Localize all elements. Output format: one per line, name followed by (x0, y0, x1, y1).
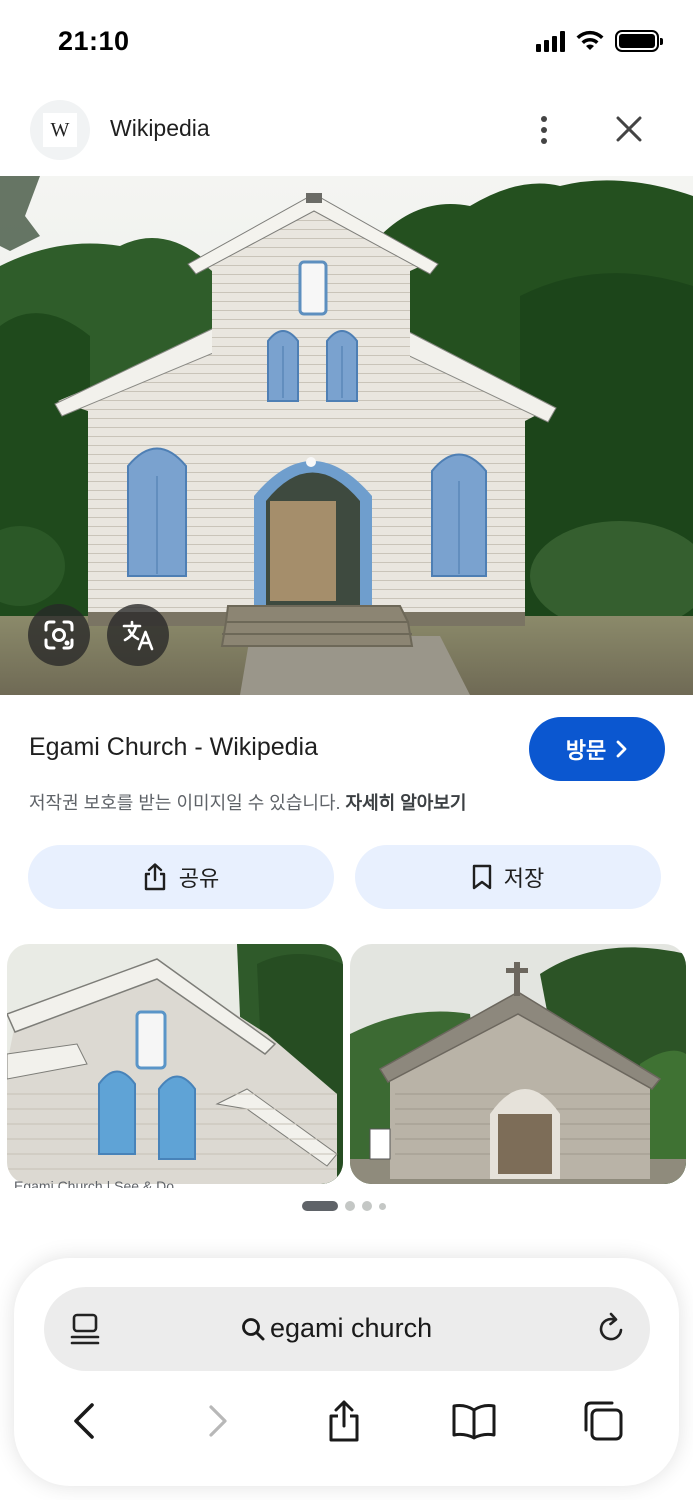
wikipedia-logo-icon: W (43, 113, 77, 147)
forward-button[interactable] (194, 1398, 240, 1444)
pager-dot (362, 1201, 372, 1211)
site-favicon[interactable]: W (30, 100, 90, 160)
hero-image[interactable] (0, 176, 693, 695)
translate-icon (122, 620, 154, 651)
copyright-text: 저작권 보호를 받는 이미지일 수 있습니다. (29, 793, 341, 813)
church-closeup-photo (7, 944, 343, 1184)
tabs-icon (584, 1401, 623, 1441)
related-image-1[interactable] (7, 944, 343, 1184)
site-name[interactable]: Wikipedia (110, 115, 210, 142)
copyright-notice: 저작권 보호를 받는 이미지일 수 있습니다. 자세히 알아보기 (29, 789, 466, 815)
cellular-signal-icon (536, 30, 565, 52)
more-vert-icon (541, 116, 547, 122)
search-query-text: egami church (270, 1313, 433, 1343)
reader-icon[interactable] (66, 1310, 104, 1348)
back-button[interactable] (62, 1398, 108, 1444)
related-caption: Egami Church | See & Do (14, 1178, 175, 1188)
status-time: 21:10 (58, 26, 130, 56)
share-label: 공유 (178, 866, 220, 891)
related-image-2[interactable] (350, 944, 686, 1184)
tabs-button[interactable] (580, 1398, 626, 1444)
share-icon (144, 863, 165, 891)
pager-dot-active (302, 1201, 338, 1211)
search-query[interactable]: egami church (240, 1313, 432, 1344)
battery-icon (615, 30, 663, 52)
site-header: W Wikipedia (0, 96, 693, 168)
image-pager (302, 1201, 386, 1211)
bookmarks-button[interactable] (451, 1398, 497, 1444)
search-icon (242, 1317, 265, 1340)
forward-icon (209, 1405, 227, 1437)
learn-more-link[interactable]: 자세히 알아보기 (346, 793, 467, 813)
bookmark-icon (472, 864, 491, 890)
lens-icon (44, 620, 74, 650)
visit-button[interactable]: 방문 (529, 717, 665, 781)
pager-dot (345, 1201, 355, 1211)
church-photo (0, 176, 693, 695)
pager-dot (379, 1202, 386, 1210)
back-icon (74, 1403, 94, 1439)
wifi-icon (576, 30, 604, 50)
save-label: 저장 (503, 866, 545, 891)
close-icon[interactable] (608, 108, 650, 150)
toolbar-share-button[interactable] (321, 1398, 367, 1444)
status-icons (536, 30, 663, 52)
more-options-button[interactable] (527, 110, 561, 150)
chevron-right-icon (616, 740, 627, 758)
church-front-photo (350, 944, 686, 1184)
status-bar: 21:10 (0, 0, 693, 88)
lens-button[interactable] (28, 604, 90, 666)
save-button[interactable]: 저장 (355, 845, 661, 909)
visit-label: 방문 (565, 738, 607, 763)
bookmarks-icon (452, 1404, 496, 1440)
translate-button[interactable] (107, 604, 169, 666)
share-icon (329, 1400, 359, 1442)
share-button[interactable]: 공유 (28, 845, 334, 909)
result-title[interactable]: Egami Church - Wikipedia (29, 733, 318, 762)
reload-icon[interactable] (592, 1310, 630, 1348)
